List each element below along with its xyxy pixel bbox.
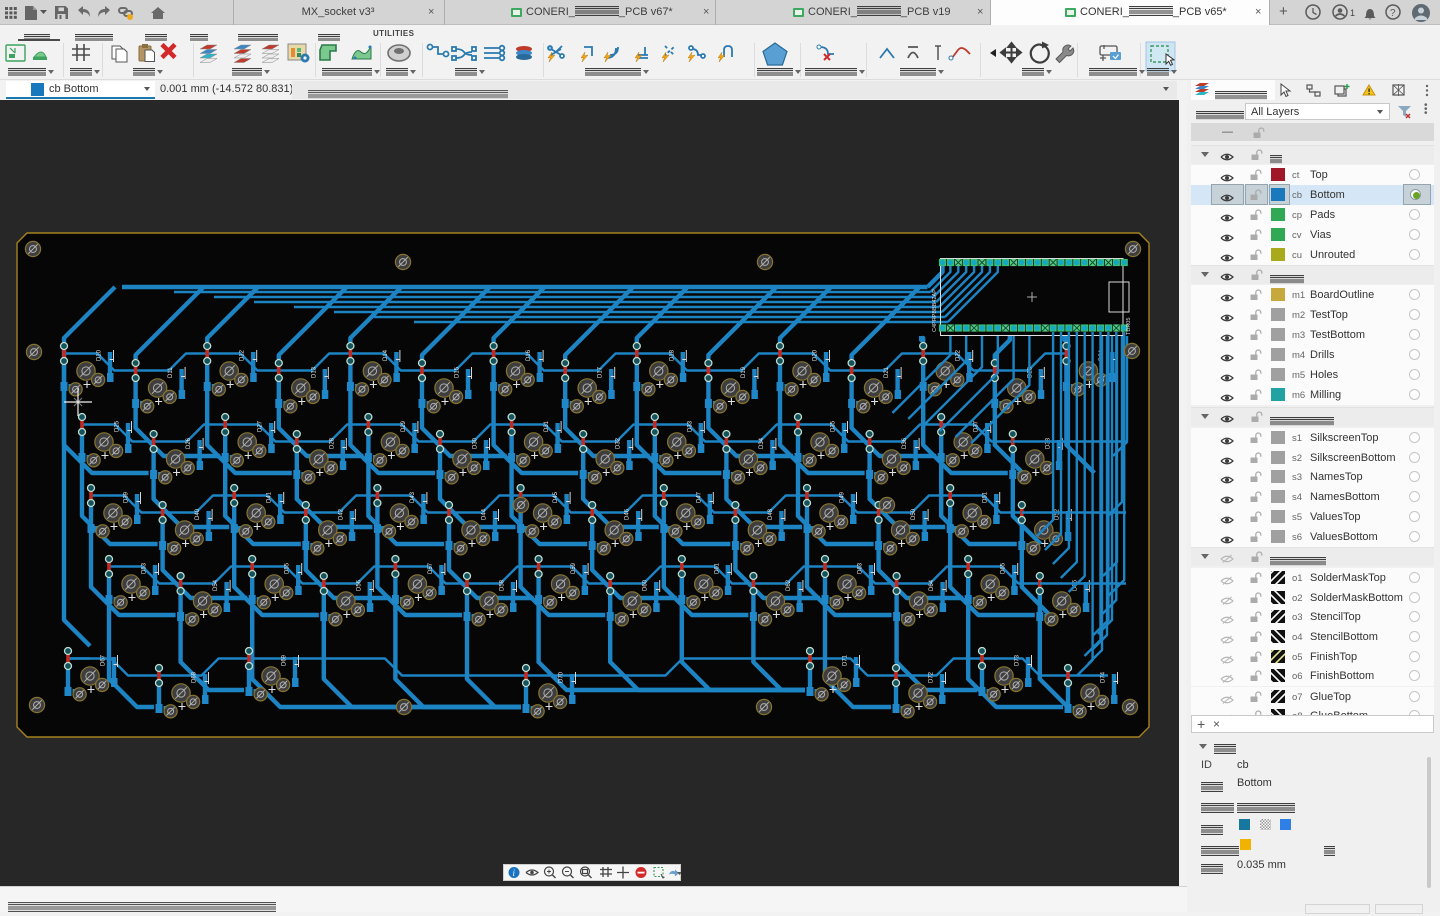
- svg-text:D14: D14: [383, 349, 389, 361]
- svg-text:D48: D48: [768, 508, 774, 520]
- svg-text:D59: D59: [571, 562, 577, 574]
- svg-text:D69: D69: [282, 654, 288, 666]
- svg-text:D35: D35: [831, 420, 837, 432]
- svg-text:D42: D42: [338, 508, 344, 520]
- svg-text:D13: D13: [311, 366, 317, 378]
- svg-text:D29: D29: [401, 420, 407, 432]
- svg-text:D19: D19: [741, 366, 747, 378]
- svg-text:D18: D18: [669, 349, 675, 361]
- svg-text:D52: D52: [1054, 508, 1060, 520]
- svg-text:D57: D57: [428, 562, 434, 574]
- svg-text:D31: D31: [544, 420, 550, 432]
- svg-text:D58: D58: [500, 579, 506, 591]
- svg-text:D51: D51: [983, 491, 989, 503]
- svg-text:D27: D27: [258, 420, 264, 432]
- svg-text:D37: D37: [974, 420, 980, 432]
- svg-text:D36: D36: [902, 437, 908, 449]
- svg-text:D53: D53: [142, 562, 148, 574]
- svg-text:D28: D28: [329, 437, 335, 449]
- svg-text:D45: D45: [553, 491, 559, 503]
- svg-text:D40: D40: [195, 508, 201, 520]
- svg-text:D63: D63: [858, 562, 864, 574]
- svg-text:D33: D33: [687, 420, 693, 432]
- svg-text:D11: D11: [168, 367, 174, 378]
- svg-text:1: 1: [1350, 8, 1355, 18]
- svg-text:D30: D30: [473, 437, 479, 449]
- svg-text:D55: D55: [285, 562, 291, 574]
- svg-text:D41: D41: [267, 491, 273, 503]
- svg-text:C4PRPBBB42AP: C4PRPBBB42AP: [932, 289, 938, 332]
- svg-text:D61: D61: [714, 562, 720, 574]
- svg-text:D68: D68: [192, 671, 198, 683]
- svg-text:D62: D62: [786, 579, 792, 591]
- svg-text:D10: D10: [97, 349, 103, 361]
- svg-text:D49: D49: [840, 491, 846, 503]
- svg-text:D47: D47: [696, 491, 702, 503]
- svg-text:D38: D38: [1045, 437, 1051, 449]
- svg-text:D16: D16: [526, 349, 532, 361]
- svg-text:TDR05: TDR05: [1126, 318, 1132, 335]
- svg-text:D21: D21: [884, 366, 890, 378]
- svg-text:D32: D32: [616, 437, 622, 449]
- svg-text:D71: D71: [843, 654, 849, 666]
- svg-text:D56: D56: [356, 579, 362, 591]
- svg-text:D64: D64: [929, 579, 935, 591]
- svg-text:D26: D26: [186, 437, 192, 449]
- svg-text:D20: D20: [813, 349, 819, 361]
- svg-text:D44: D44: [482, 508, 488, 520]
- svg-text:D46: D46: [625, 508, 631, 520]
- svg-text:D43: D43: [410, 491, 416, 503]
- svg-text:?: ?: [1390, 8, 1396, 19]
- svg-text:D65: D65: [1001, 562, 1007, 574]
- svg-text:D73: D73: [1015, 654, 1021, 666]
- svg-text:D54: D54: [213, 579, 219, 591]
- svg-text:D25: D25: [115, 420, 121, 432]
- svg-text:D67: D67: [101, 654, 107, 666]
- svg-text:D12: D12: [240, 349, 246, 361]
- svg-text:D50: D50: [911, 508, 917, 520]
- svg-text:D72: D72: [929, 671, 935, 683]
- svg-text:D34: D34: [759, 437, 765, 449]
- svg-text:D22: D22: [956, 349, 962, 361]
- svg-text:D17: D17: [598, 366, 604, 378]
- svg-text:D70: D70: [559, 671, 565, 683]
- svg-text:D74: D74: [1101, 671, 1107, 683]
- svg-text:D60: D60: [643, 579, 649, 591]
- svg-text:D39: D39: [124, 491, 130, 503]
- svg-text:D15: D15: [455, 366, 461, 378]
